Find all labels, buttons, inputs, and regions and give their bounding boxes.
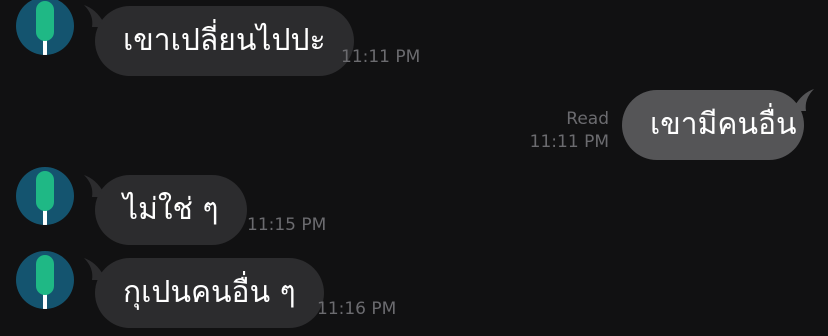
contact-avatar[interactable]: [16, 167, 74, 225]
incoming-message-bubble[interactable]: เขาเปลี่ยนไปปะ: [95, 6, 354, 76]
message-timestamp: 11:11 PM: [341, 47, 421, 67]
read-receipt: Read 11:11 PM: [520, 108, 609, 154]
chat-thread: เขาเปลี่ยนไปปะ 11:11 PM Read 11:11 PM เข…: [0, 0, 828, 336]
contact-avatar[interactable]: [16, 251, 74, 309]
incoming-message-bubble[interactable]: กุเปนคนอื่น ๆ: [95, 258, 324, 328]
message-timestamp: 11:16 PM: [317, 299, 397, 319]
outgoing-message-bubble[interactable]: เขามีคนอื่น: [622, 90, 804, 160]
message-timestamp: 11:11 PM: [529, 132, 609, 152]
contact-avatar[interactable]: [16, 0, 74, 55]
message-timestamp: 11:15 PM: [247, 215, 327, 235]
green-lollipop-icon: [36, 171, 54, 225]
read-status-label: Read: [566, 109, 609, 129]
incoming-message-bubble[interactable]: ไม่ใช่ ๆ: [95, 175, 247, 245]
green-lollipop-icon: [36, 1, 54, 55]
green-lollipop-icon: [36, 255, 54, 309]
